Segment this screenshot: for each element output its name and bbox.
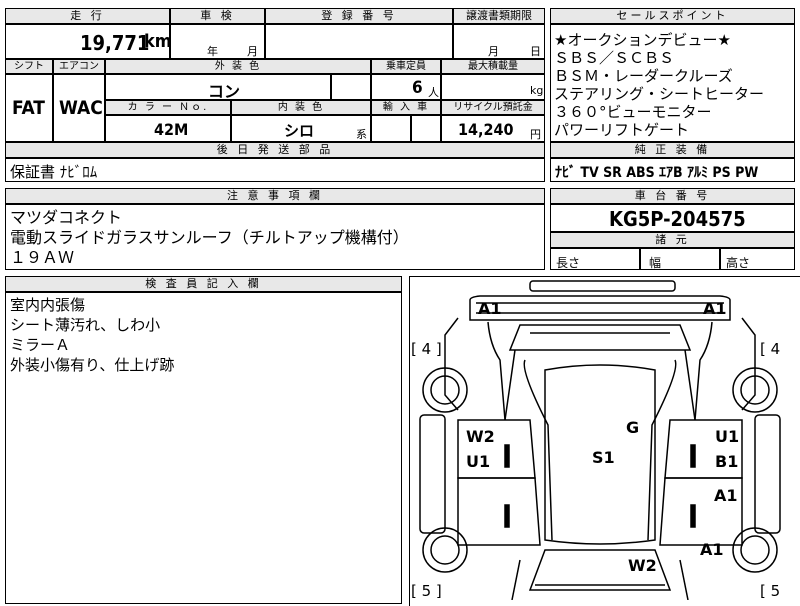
damage-rear-w: W2 [628,556,657,575]
tire-rear-right: [ 5 [760,582,781,600]
damage-right-door-u: U1 [715,427,740,446]
damage-center-s: S1 [592,448,615,467]
damage-front-right: A1 [703,299,727,318]
damage-right-mid: A1 [714,486,738,505]
tire-front-left: [ 4 ] [411,340,442,358]
tire-front-right: [ 4 [760,340,781,358]
damage-left-door-bottom: U1 [466,452,491,471]
damage-right-door-b: B1 [715,452,739,471]
damage-right-rear: A1 [700,540,724,559]
tire-rear-left: [ 5 ] [411,582,442,600]
damage-left-door-top: W2 [466,427,495,446]
car-diagram [419,280,781,600]
damage-front-left: A1 [478,299,502,318]
damage-center-g: G [626,418,640,437]
